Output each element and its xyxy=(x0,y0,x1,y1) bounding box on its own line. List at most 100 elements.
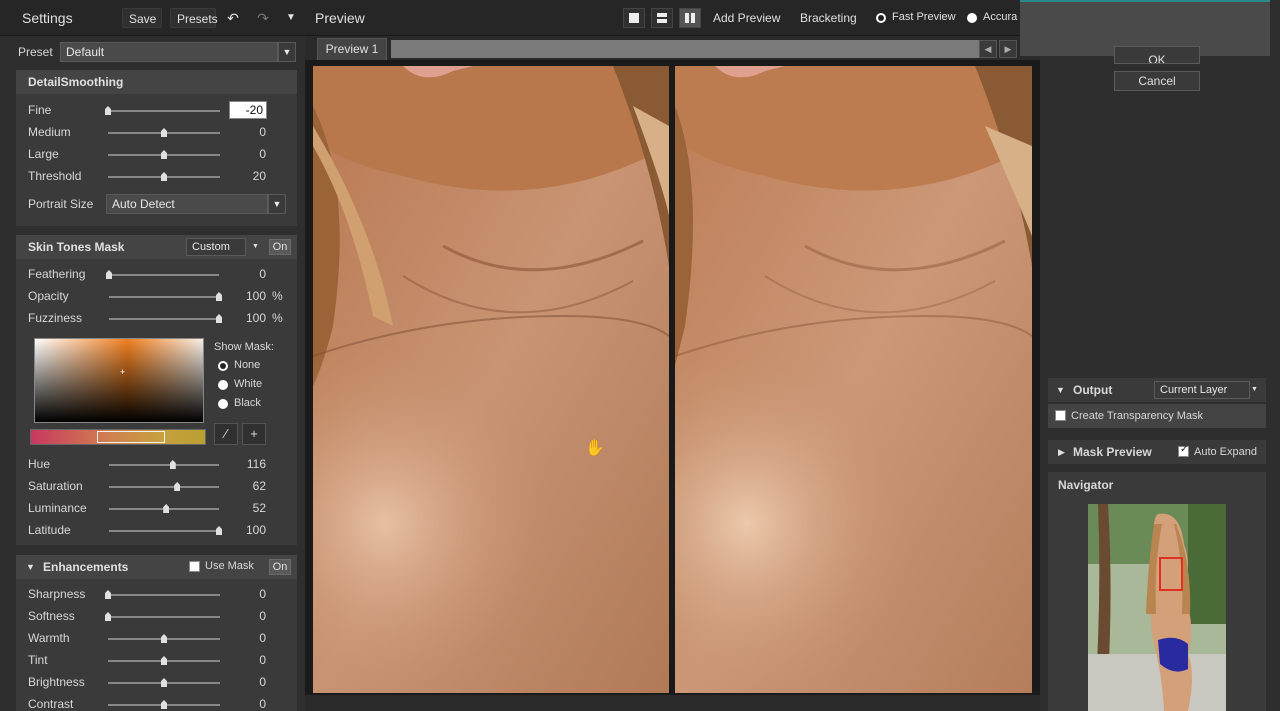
tab-prev-icon[interactable]: ◀ xyxy=(979,40,997,58)
split-vertical-icon[interactable] xyxy=(679,8,701,28)
tint-slider-row: Tint 0 xyxy=(16,650,297,670)
saturation-value[interactable]: 62 xyxy=(226,479,266,493)
contrast-slider-handle[interactable] xyxy=(161,700,167,709)
output-select[interactable]: Current Layer xyxy=(1154,381,1250,399)
portrait-size-select[interactable]: Auto Detect xyxy=(106,194,268,214)
saturation-slider-handle[interactable] xyxy=(174,482,181,491)
hue-slider-handle[interactable] xyxy=(169,460,176,469)
luminance-slider-handle[interactable] xyxy=(163,504,170,513)
navigator-thumbnail[interactable] xyxy=(1088,504,1226,711)
show-mask-white-label: White xyxy=(234,378,263,390)
fuzziness-slider-handle[interactable] xyxy=(216,314,222,323)
single-view-icon[interactable] xyxy=(623,8,645,28)
saturation-slider-track[interactable] xyxy=(109,486,219,488)
color-picker-field[interactable]: + xyxy=(34,338,204,423)
feathering-slider-handle[interactable] xyxy=(106,270,112,279)
fine-slider-track[interactable] xyxy=(108,110,220,112)
eyedropper-icon[interactable]: ⁄ xyxy=(214,423,238,445)
latitude-slider-track[interactable] xyxy=(109,530,219,532)
fine-slider-handle[interactable] xyxy=(105,106,111,115)
detail-smoothing-title: DetailSmoothing xyxy=(28,75,124,89)
fuzziness-value[interactable]: 100 xyxy=(226,311,266,325)
before-image[interactable] xyxy=(313,66,669,693)
brightness-value[interactable]: 0 xyxy=(226,675,266,689)
large-value[interactable]: 0 xyxy=(226,147,266,161)
fine-value-input[interactable]: -20 xyxy=(229,101,267,119)
use-mask-checkbox[interactable] xyxy=(189,561,200,572)
eyedropper-add-icon[interactable]: + xyxy=(242,423,266,445)
sharpness-slider-track[interactable] xyxy=(108,594,220,596)
latitude-value[interactable]: 100 xyxy=(226,523,266,537)
skin-tones-mode-chevron-icon[interactable]: ▼ xyxy=(252,243,259,250)
opacity-slider-track[interactable] xyxy=(109,296,219,298)
sharpness-slider-handle[interactable] xyxy=(105,590,111,599)
threshold-slider-handle[interactable] xyxy=(161,172,167,181)
fine-slider-row: Fine -20 xyxy=(16,100,297,120)
hue-slider-track[interactable] xyxy=(109,464,219,466)
fuzziness-slider-track[interactable] xyxy=(109,318,219,320)
contrast-value[interactable]: 0 xyxy=(226,697,266,711)
ok-button[interactable]: OK xyxy=(1114,46,1200,64)
large-slider-handle[interactable] xyxy=(161,150,167,159)
split-horizontal-icon[interactable] xyxy=(651,8,673,28)
enhancements-on-button[interactable]: On xyxy=(269,559,291,575)
undo-icon[interactable]: ↶ xyxy=(221,8,245,28)
bracketing-button[interactable]: Bracketing xyxy=(800,11,857,25)
preview-canvas[interactable]: ✋ xyxy=(305,60,1040,711)
show-mask-none-radio[interactable] xyxy=(218,361,228,371)
save-button[interactable]: Save xyxy=(122,8,162,28)
warmth-value[interactable]: 0 xyxy=(226,631,266,645)
hue-range-window[interactable] xyxy=(97,431,165,443)
opacity-value[interactable]: 100 xyxy=(226,289,266,303)
brightness-slider-handle[interactable] xyxy=(161,678,167,687)
tab-preview-1[interactable]: Preview 1 xyxy=(317,38,387,60)
enhancements-collapse-icon[interactable]: ▼ xyxy=(26,562,35,572)
softness-slider-handle[interactable] xyxy=(105,612,111,621)
output-chevron-icon[interactable]: ▼ xyxy=(1251,386,1258,393)
latitude-slider-handle[interactable] xyxy=(216,526,222,535)
medium-slider-handle[interactable] xyxy=(161,128,167,137)
portrait-size-dropdown-icon[interactable]: ▼ xyxy=(268,194,286,214)
threshold-value[interactable]: 20 xyxy=(226,169,266,183)
menu-chevron-icon[interactable]: ▼ xyxy=(279,8,303,28)
add-preview-button[interactable]: Add Preview xyxy=(713,11,780,25)
hue-range-bar[interactable] xyxy=(30,429,206,445)
tint-label: Tint xyxy=(28,653,48,667)
medium-value[interactable]: 0 xyxy=(226,125,266,139)
softness-slider-track[interactable] xyxy=(108,616,220,618)
cancel-button[interactable]: Cancel xyxy=(1114,71,1200,91)
create-transparency-mask-checkbox[interactable] xyxy=(1055,410,1066,421)
fuzziness-slider-row: Fuzziness 100% xyxy=(16,308,297,328)
auto-expand-checkbox[interactable]: ✓ xyxy=(1178,444,1189,457)
mask-preview-expand-icon[interactable]: ▶ xyxy=(1058,447,1065,458)
luminance-value[interactable]: 52 xyxy=(226,501,266,515)
contrast-slider-row: Contrast 0 xyxy=(16,694,297,711)
presets-button[interactable]: Presets xyxy=(170,8,218,28)
warmth-slider-handle[interactable] xyxy=(161,634,167,643)
hue-value[interactable]: 116 xyxy=(226,457,266,471)
opacity-slider-handle[interactable] xyxy=(216,292,222,301)
after-skin-render xyxy=(675,66,1032,693)
show-mask-black-radio[interactable] xyxy=(218,399,228,409)
tint-slider-handle[interactable] xyxy=(161,656,167,665)
sharpness-value[interactable]: 0 xyxy=(226,587,266,601)
preset-dropdown-icon[interactable]: ▼ xyxy=(278,42,296,62)
accurate-preview-radio[interactable] xyxy=(967,13,977,23)
redo-icon[interactable]: ↷ xyxy=(251,8,275,28)
skin-tones-on-button[interactable]: On xyxy=(269,239,291,255)
tint-value[interactable]: 0 xyxy=(226,653,266,667)
opacity-slider-row: Opacity 100% xyxy=(16,286,297,306)
after-image[interactable] xyxy=(675,66,1032,693)
fast-preview-radio[interactable] xyxy=(876,13,886,23)
feathering-value[interactable]: 0 xyxy=(226,267,266,281)
show-mask-white-radio[interactable] xyxy=(218,380,228,390)
hue-label: Hue xyxy=(28,457,51,471)
output-collapse-icon[interactable]: ▼ xyxy=(1056,385,1065,395)
softness-value[interactable]: 0 xyxy=(226,609,266,623)
tab-next-icon[interactable]: ▶ xyxy=(999,40,1017,58)
fine-label: Fine xyxy=(28,103,52,117)
feathering-slider-track[interactable] xyxy=(109,274,219,276)
skin-tones-mode-select[interactable]: Custom xyxy=(186,238,246,256)
preset-select[interactable]: Default xyxy=(60,42,278,62)
color-picker-marker-icon[interactable]: + xyxy=(120,367,125,377)
